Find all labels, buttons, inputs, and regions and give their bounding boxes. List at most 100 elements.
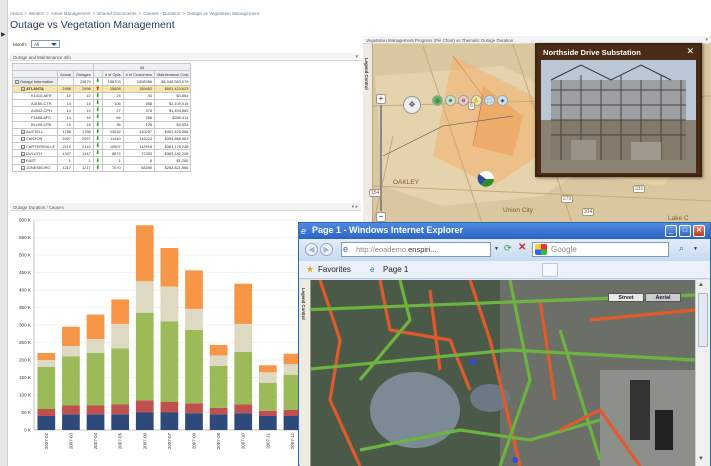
row-label[interactable]: F1668-AFD [11,113,59,122]
table-row[interactable]: F1668-AFD 14 14 ⬇ 64 258 $289,414 [11,113,192,122]
vertical-scrollbar[interactable]: ▲ ▼ [695,280,710,466]
panel-menu-icon[interactable]: ▾ ▸ [352,204,358,210]
ie-titlebar[interactable]: e Page 1 - Windows Internet Explorer _ □… [299,223,710,239]
tab-page-1[interactable]: Page 1 [383,265,408,274]
table-cell: 24 [101,91,124,100]
column-header[interactable]: # of Customers [122,70,156,79]
column-header[interactable]: Outages [72,70,94,79]
expand-icon[interactable]: + [21,166,25,171]
measure-icon[interactable]: ◈ [497,95,508,106]
bar-segment [234,283,253,324]
row-label[interactable]: + CARTERSVILLE [11,142,59,151]
table-row[interactable]: K1410-AER 10 10 ⬇ 24 43 $3,884 [11,91,192,100]
select-icon[interactable]: ⬚ [484,95,495,106]
panel-menu-icon[interactable]: ▾ [355,54,358,60]
row-label[interactable]: + DULUTH [11,149,59,158]
aerial-button[interactable]: Aerial [645,293,681,302]
favorites-button[interactable]: Favorites [318,265,351,274]
row-label[interactable]: A4942-CPH [11,106,59,115]
search-icon[interactable]: ⌕ [679,243,684,254]
search-input[interactable]: Google [532,242,669,257]
expand-icon[interactable]: − [15,79,19,84]
bar-segment [86,314,105,339]
expand-icon[interactable]: + [21,144,25,149]
row-label[interactable]: + EAST [11,156,59,165]
expand-icon[interactable]: + [21,151,25,156]
globe-icon[interactable]: ◎ [432,95,443,106]
street-button[interactable]: Street [608,293,644,302]
legend-tab[interactable]: Legend Control [364,58,369,90]
stop-icon[interactable]: ✕ [518,242,526,253]
minimize-icon[interactable]: _ [665,225,677,237]
breadcrumb-item[interactable]: Outage vs Vegetation Management [187,11,259,16]
expand-icon[interactable]: + [21,137,25,142]
forward-icon[interactable]: ▶ [320,243,333,256]
close-icon[interactable]: ✕ [686,46,694,57]
breadcrumb-item[interactable]: Causes - Duration [143,11,180,16]
column-header[interactable]: Maintenance Cost [154,70,192,79]
left-gutter[interactable]: ▶ [0,0,8,466]
expand-arrow-icon[interactable]: ▶ [1,31,6,38]
row-label[interactable]: + AUSTELL [11,127,59,136]
zoom-out-icon[interactable]: − [376,212,386,222]
y-tick-label: 150 K [19,375,32,380]
maximize-icon[interactable]: □ [679,225,691,237]
breadcrumb-item[interactable]: Weatnc [29,11,45,16]
expand-icon[interactable]: + [21,130,25,135]
new-tab-button[interactable] [542,263,558,277]
table-row[interactable]: + ATLANTA 2998 2998 ⬆ 15608 159452 $603,423,623 [11,84,192,93]
search-dropdown-icon[interactable]: ▼ [693,243,698,256]
close-icon[interactable]: ✕ [693,225,705,237]
address-bar[interactable]: http://eoademo.enspiri... [341,242,491,257]
column-header[interactable]: # of Opts [101,70,124,79]
month-select[interactable]: All [31,40,61,48]
table-row[interactable]: + AUSTELL 1788 1788 ⬇ 13032 110257 $457,425,566 [11,127,192,136]
x-tick-label: 2007-11 [265,432,270,448]
expand-icon[interactable]: + [21,159,25,163]
table-row[interactable]: A3150-CTR 14 14 ⬇ 106 558 $1,109,015 [11,98,192,108]
row-label[interactable]: + CANTON [11,134,59,144]
scroll-up-icon[interactable]: ▲ [698,282,704,288]
expand-icon[interactable]: + [21,87,25,92]
table-row[interactable]: BL106-CPE 15 15 ⬇ 36 126 $3,554 [11,120,192,129]
legend-tab[interactable]: Legend Control [301,288,306,320]
legend-control[interactable]: Legend Control [363,44,373,226]
table-row[interactable]: + CARTERSVILLE 2110 2110 ⬇ 10507 112916 $383,17… [11,142,192,151]
star-icon[interactable]: ★ [306,264,314,275]
refresh-icon[interactable]: ⟳ [504,243,512,254]
scroll-down-icon[interactable]: ▼ [698,456,704,462]
table-cell: 15 [57,120,74,129]
column-header[interactable] [92,70,103,79]
row-label[interactable]: + ATLANTA [11,84,59,93]
ie-map-content[interactable]: Legend Control Street Aerial [300,280,695,466]
aerial-map[interactable] [300,280,695,466]
table-cell: $1,285 [154,156,192,165]
back-icon[interactable]: ◀ [305,243,318,256]
legend-control[interactable]: Legend Control [300,280,311,466]
table-row[interactable]: + DULUTH 1347 1347 ⬇ 8874 72353 $363,182,208 [11,149,192,158]
breadcrumb-item[interactable]: Asset Management [51,11,91,16]
column-header[interactable] [11,70,59,79]
row-label[interactable]: A3150-CTR [11,98,59,108]
row-label[interactable]: − Outage Information [11,77,59,86]
row-label[interactable]: BL106-CPE [11,120,59,129]
pan-compass-icon[interactable]: ✥ [403,96,421,114]
map-pin[interactable] [470,359,476,365]
scroll-thumb[interactable] [698,293,708,347]
address-dropdown-icon[interactable]: ▼ [492,243,501,256]
table-row[interactable]: + EAST 1 1 ⬇ 1 8 $1,285 [11,156,192,165]
blank-header [12,62,94,72]
column-header[interactable]: Actual [57,70,74,79]
table-row[interactable]: + JONESBORO 1217 1217 ⬇ 7070 68280 $283,821,566 [11,163,192,172]
breadcrumb-item[interactable]: Shared Documents [97,11,136,16]
table-row[interactable]: − Outage Information 23679 ⬇ 156703 1508356 $6… [11,77,192,86]
map-pin[interactable] [512,457,518,463]
zoom-in-icon[interactable]: + [376,94,386,104]
table-row[interactable]: + CANTON 2057 2057 ⬇ 11440 116224 $393,858,563 [11,134,192,144]
zoom-control[interactable]: + − [374,94,388,222]
row-label[interactable]: K1410-AER [11,91,59,100]
row-label[interactable]: + JONESBORO [11,163,59,172]
table-row[interactable]: A4942-CPH 14 14 ⬇ 27 378 $1,494,583 [11,106,192,115]
breadcrumb-item[interactable]: About [10,11,22,16]
zoom-in-tool-icon[interactable]: ⊕ [445,95,456,106]
